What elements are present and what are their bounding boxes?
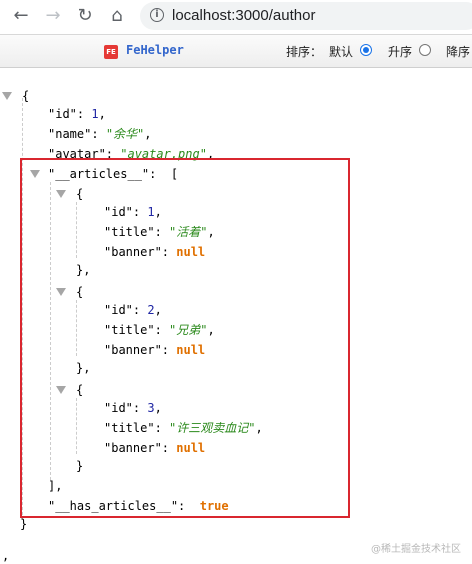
sort-option-asc-radio[interactable] [419,44,431,56]
fehelper-title: FeHelper [126,43,184,57]
fehelper-bar: FE FeHelper 排序： 默认 升序 降序 [0,34,472,68]
info-icon[interactable]: i [150,8,164,22]
sort-option-asc-label[interactable]: 升序 [388,43,412,60]
fehelper-logo-icon: FE [104,45,118,59]
address-bar[interactable]: i localhost:3000/author [140,2,472,30]
sort-option-default-label[interactable]: 默认 [329,43,353,60]
url-text[interactable]: localhost:3000/author [172,7,315,24]
json-key: "id" [48,107,77,121]
back-arrow-icon[interactable]: ← [10,5,32,27]
watermark: @稀土掘金技术社区 [371,544,461,555]
root-close-brace: } [20,517,28,531]
json-string: "余华" [105,127,145,141]
json-row-id: "id": 1, [48,107,106,121]
sort-option-desc-label[interactable]: 降序 [446,43,470,60]
trailing-comma: , [2,549,10,563]
root-open-brace: { [22,89,30,103]
sort-label: 排序： [286,45,323,59]
json-key: "name" [48,127,92,141]
home-icon[interactable]: ⌂ [106,5,128,27]
reload-icon[interactable]: ↻ [74,5,96,27]
json-number: 1 [91,107,99,121]
forward-arrow-icon[interactable]: → [42,5,64,27]
highlight-box [20,158,350,518]
json-viewer: { "id": 1, "name": "余华", "avatar": "avat… [0,70,472,564]
browser-toolbar: ← → ↻ ⌂ i localhost:3000/author [0,0,472,32]
collapse-toggle-icon[interactable] [2,92,12,100]
sort-option-default-radio[interactable] [360,44,372,56]
json-row-name: "name": "余华", [48,127,152,141]
